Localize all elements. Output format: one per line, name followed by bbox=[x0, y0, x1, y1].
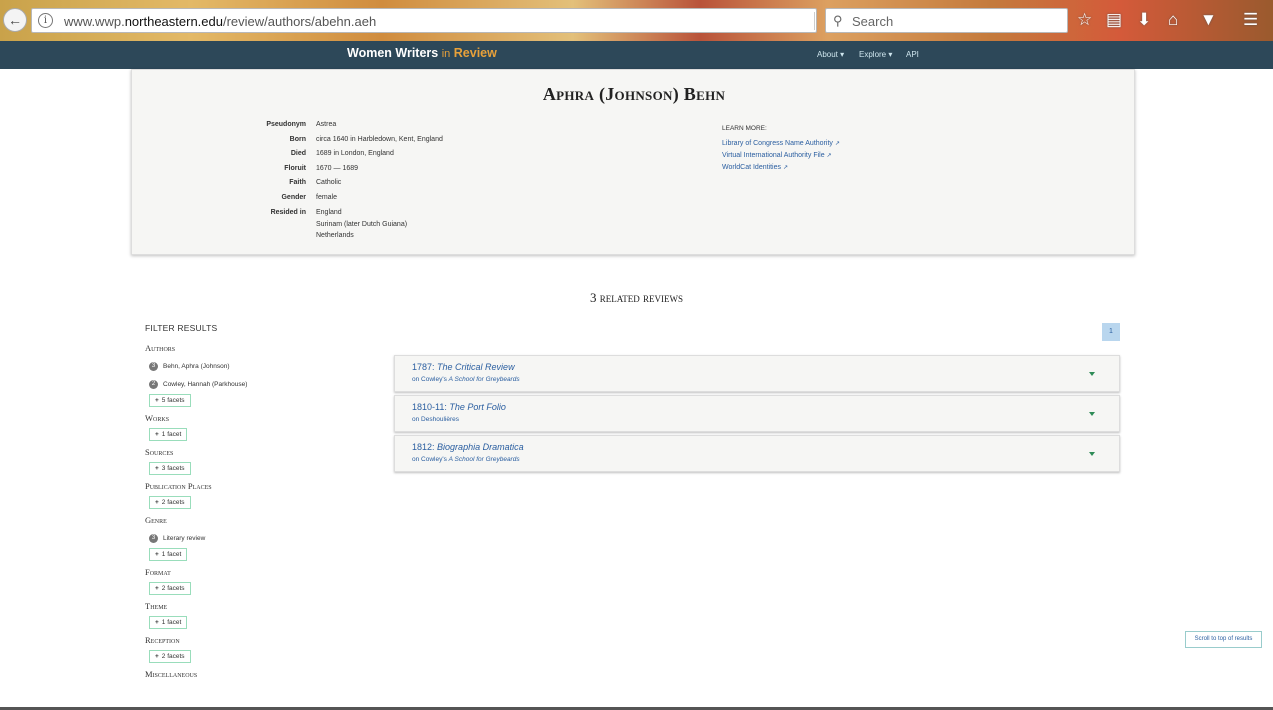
url-text: www.wwp.northeastern.edu/review/authors/… bbox=[64, 14, 377, 29]
related-reviews-title: 3 related reviews bbox=[590, 290, 683, 305]
author-card: Aphra (Johnson) Behn Pseudonym Astrea Bor… bbox=[131, 69, 1135, 255]
link-viaf[interactable]: Virtual International Authority File ↗ bbox=[722, 150, 840, 162]
more-facets-button[interactable]: +5 facets bbox=[149, 394, 191, 407]
more-facets-button[interactable]: +2 facets bbox=[149, 496, 191, 509]
chevron-down-icon[interactable] bbox=[1089, 412, 1095, 416]
filter-heading: Filter Results bbox=[145, 323, 218, 333]
nav-about[interactable]: About ▾ bbox=[817, 50, 844, 59]
more-facets-button[interactable]: +2 facets bbox=[149, 650, 191, 663]
more-facets-button[interactable]: +1 facet bbox=[149, 428, 188, 441]
more-facets-button[interactable]: +1 facet bbox=[149, 616, 188, 629]
author-name: Aphra (Johnson) Behn bbox=[542, 84, 726, 104]
external-link-icon: ↗ bbox=[826, 153, 832, 159]
reading-list-icon[interactable]: ▤ bbox=[1106, 10, 1122, 30]
facet-item[interactable]: 3 Literary review bbox=[145, 529, 345, 547]
author-facts: Pseudonym Astrea Born circa 1640 in Harble… bbox=[266, 121, 443, 239]
facet-item[interactable]: 3 Behn, Aphra (Johnson) bbox=[145, 357, 345, 375]
review-item[interactable]: 1787: The Critical Review on Cowley's A … bbox=[394, 355, 1120, 392]
page-number-button[interactable]: 1 bbox=[1102, 323, 1120, 341]
more-facets-button[interactable]: +2 facets bbox=[149, 582, 191, 595]
review-item[interactable]: 1810-11: The Port Folio on Deshoulières bbox=[394, 395, 1120, 432]
menu-icon[interactable]: ☰ bbox=[1243, 10, 1258, 30]
back-icon[interactable]: ← bbox=[3, 8, 27, 32]
chevron-down-icon[interactable] bbox=[1089, 372, 1095, 376]
home-icon[interactable]: ⌂ bbox=[1168, 10, 1178, 30]
external-link-icon: ↗ bbox=[782, 165, 788, 171]
more-facets-button[interactable]: +3 facets bbox=[149, 462, 191, 475]
browser-toolbar: ← i www.wwp.northeastern.edu/review/auth… bbox=[0, 0, 1273, 41]
scroll-to-top-button[interactable]: Scroll to top of results bbox=[1185, 631, 1262, 648]
nav-explore[interactable]: Explore ▾ bbox=[859, 50, 892, 59]
link-loc-authority[interactable]: Library of Congress Name Authority ↗ bbox=[722, 138, 840, 150]
chevron-down-icon[interactable] bbox=[1089, 452, 1095, 456]
bookmark-star-icon[interactable]: ☆ bbox=[1077, 10, 1092, 30]
review-item[interactable]: 1812: Biographia Dramatica on Cowley's A… bbox=[394, 435, 1120, 472]
more-facets-button[interactable]: +1 facet bbox=[149, 548, 188, 561]
facet-item[interactable]: 2 Cowley, Hannah (Parkhouse) bbox=[145, 375, 345, 393]
search-icon: ⚲ bbox=[833, 13, 843, 28]
info-icon[interactable]: i bbox=[38, 13, 53, 28]
nav-api[interactable]: API bbox=[906, 50, 919, 59]
external-link-icon: ↗ bbox=[834, 141, 840, 147]
site-header: Women Writers in Review About ▾ Explore … bbox=[0, 41, 1273, 69]
browser-search-input[interactable]: ⚲ Search bbox=[825, 8, 1068, 33]
download-icon[interactable]: ⬇ bbox=[1137, 10, 1151, 30]
site-logo[interactable]: Women Writers in Review bbox=[347, 46, 497, 60]
pocket-icon[interactable]: ▼ bbox=[1200, 10, 1217, 30]
filter-panel: Filter Results Authors 3 Behn, Aphra (Joh… bbox=[145, 323, 345, 685]
url-bar[interactable]: i www.wwp.northeastern.edu/review/author… bbox=[31, 8, 837, 33]
learn-more: Learn more: Library of Congress Name Aut… bbox=[722, 123, 840, 174]
link-worldcat[interactable]: WorldCat Identities ↗ bbox=[722, 162, 840, 174]
